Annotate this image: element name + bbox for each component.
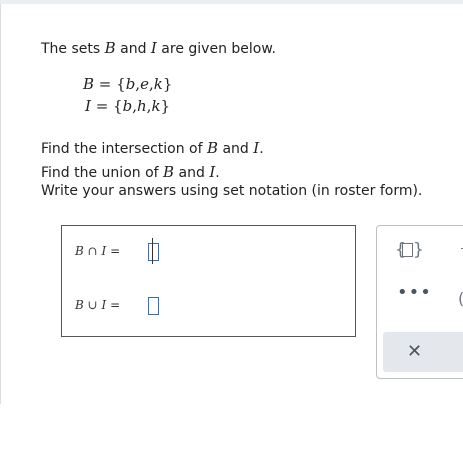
question-intersection: Find the intersection of B and I.: [41, 139, 264, 157]
intersection-set-a: B: [75, 244, 84, 258]
set-i-close: }: [160, 97, 171, 115]
left-edge-border: [0, 4, 1, 404]
q2-pre: Find the union of: [41, 165, 164, 181]
text-cursor: [152, 238, 153, 264]
q2-set-a: B: [163, 163, 175, 181]
set-i-element: k: [151, 97, 161, 115]
placeholder-box-icon: [402, 243, 413, 257]
q1-mid: and: [218, 141, 254, 157]
instructions-roster: Write your answers using set notation (i…: [41, 183, 423, 199]
union-input[interactable]: [148, 297, 159, 315]
clipped-paren-icon[interactable]: (: [458, 289, 463, 308]
set-b-eq: =: [94, 75, 117, 93]
q2-post: .: [215, 165, 220, 181]
right-brace-icon: }: [413, 240, 424, 260]
intro-post: are given below.: [156, 41, 276, 57]
q1-post: .: [259, 141, 264, 157]
q1-pre: Find the intersection of: [41, 141, 207, 157]
intro-set-b: B: [104, 39, 116, 57]
set-braces-button[interactable]: { }: [393, 238, 424, 262]
question-union: Find the union of B and I.: [41, 163, 220, 181]
intersection-op: ∩: [83, 244, 102, 258]
intersection-eq: =: [106, 244, 121, 258]
more-symbols-button[interactable]: •••: [397, 284, 431, 302]
q2-mid: and: [174, 165, 210, 181]
set-b-element: k: [153, 75, 163, 93]
math-toolbar: { } ••• ( ✕ \: [376, 225, 463, 379]
intersection-input[interactable]: [148, 243, 159, 261]
union-eq: =: [106, 298, 121, 312]
top-strip: [0, 0, 463, 4]
intro-mid: and: [115, 41, 151, 57]
set-i-open: {: [113, 97, 123, 115]
intro-text: The sets B and I are given below.: [41, 39, 276, 57]
union-op: ∪: [83, 298, 102, 312]
intro-pre: The sets: [41, 41, 105, 57]
set-i-eq: =: [90, 97, 114, 115]
union-set-a: B: [75, 298, 84, 312]
set-i-definition: I = {b,h,k}: [85, 97, 170, 115]
set-b-name: B: [83, 75, 95, 93]
set-b-open: {: [116, 75, 126, 93]
set-b-element: e: [140, 75, 149, 93]
q1-set-a: B: [207, 139, 219, 157]
set-b-definition: B = {b,e,k}: [83, 75, 172, 93]
set-b-element: b: [125, 75, 136, 93]
intersection-label: B ∩ I =: [75, 244, 120, 258]
set-i-element: h: [136, 97, 147, 115]
set-i-element: b: [122, 97, 133, 115]
clear-button[interactable]: ✕ \: [383, 332, 463, 372]
close-icon: ✕: [407, 341, 423, 362]
set-b-close: }: [162, 75, 173, 93]
answer-box: B ∩ I = B ∪ I =: [61, 225, 356, 337]
union-label: B ∪ I =: [75, 298, 120, 312]
